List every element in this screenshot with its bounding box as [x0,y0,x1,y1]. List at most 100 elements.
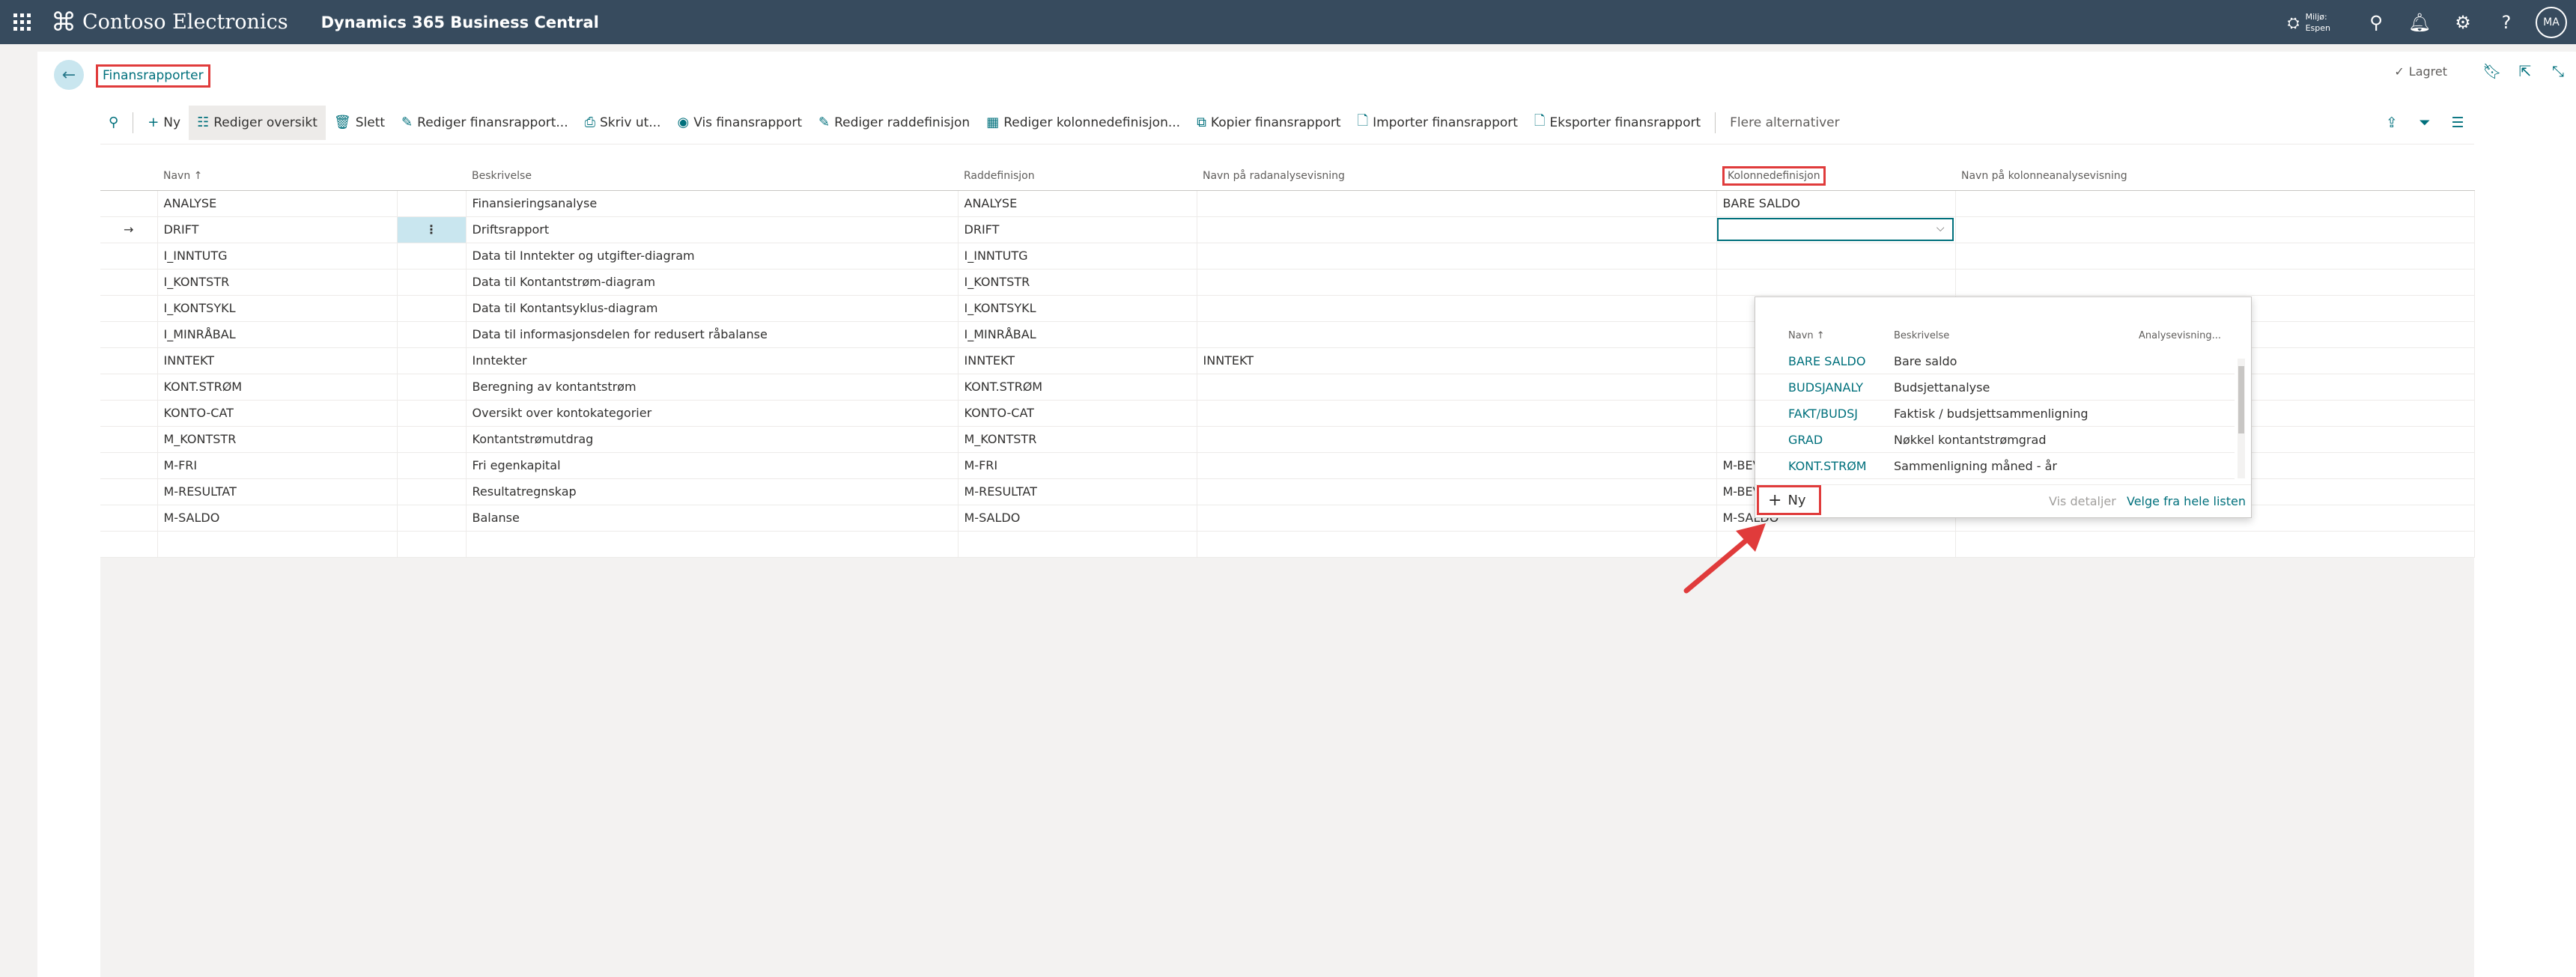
cell-column-analysis[interactable] [1955,190,2475,217]
cell-row-definition[interactable]: ANALYSE [958,190,1197,217]
column-header-column-analysis[interactable]: Navn på kolonneanalysevisning [1955,162,2474,191]
environment-indicator[interactable]: ⛭ Miljø: Espen [2288,11,2330,34]
row-selector[interactable] [100,347,158,374]
row-selector[interactable] [100,321,158,348]
edit-list-button[interactable]: ☷ Rediger oversikt [189,105,326,140]
lookup-row[interactable]: BUDSJANALY Budsjettanalyse [1755,374,2235,401]
view-report-button[interactable]: ◉ Vis finansrapport [669,106,810,140]
row-selector[interactable] [100,478,158,505]
cell-name[interactable]: KONTO-CAT [157,400,398,427]
cell-description[interactable]: Data til informasjonsdelen for redusert … [466,321,959,348]
cell-row-definition[interactable]: M-SALDO [958,505,1197,532]
cell-row-analysis[interactable] [1197,426,1717,453]
cell-row-analysis[interactable]: INNTEKT [1197,347,1717,374]
column-header-column-definition[interactable]: Kolonnedefinisjon [1716,162,1955,191]
cell-column-definition[interactable]: BARE SALDO [1716,190,1956,217]
cell-name[interactable]: I_KONTSTR [157,269,398,296]
lookup-column-description[interactable]: Beskrivelse [1894,330,1949,341]
lookup-column-analysis[interactable]: Analysevisning... [2139,330,2221,341]
column-header-description[interactable]: Beskrivelse [466,162,958,191]
lookup-row[interactable]: BARE SALDO Bare saldo [1755,348,2235,374]
lookup-row-name[interactable]: BARE SALDO [1788,354,1865,368]
lookup-row-name[interactable]: KONT.STRØM [1788,459,1867,473]
lookup-row[interactable]: GRAD Nøkkel kontantstrømgrad [1755,427,2235,453]
lookup-row-name[interactable]: FAKT/BUDSJ [1788,407,1858,421]
row-selector[interactable] [100,295,158,322]
new-button[interactable]: + Ny [139,106,189,140]
cell-row-analysis[interactable] [1197,190,1717,217]
cell-name[interactable]: M-RESULTAT [157,478,398,505]
cell-row-analysis[interactable] [1197,400,1717,427]
share-icon[interactable]: ⇪ [2375,106,2408,140]
cell-row-definition[interactable]: I_KONTSYKL [958,295,1197,322]
cell-description[interactable]: Data til Inntekter og utgifter-diagram [466,243,959,270]
cell-row-definition[interactable]: I_MINRÅBAL [958,321,1197,348]
cell-row-definition[interactable]: I_KONTSTR [958,269,1197,296]
open-new-window-icon[interactable]: ⇱ [2510,62,2540,80]
cell-row-analysis[interactable] [1197,321,1717,348]
edit-column-definition-button[interactable]: ▦ Rediger kolonnedefinisjon... [978,106,1188,140]
help-icon[interactable]: ? [2485,0,2528,44]
lookup-row[interactable]: FAKT/BUDSJ Faktisk / budsjettsammenlignin… [1755,401,2235,427]
cell-name[interactable]: KONT.STRØM [157,374,398,401]
cell-row-analysis[interactable] [1197,374,1717,401]
cell-name[interactable]: ANALYSE [157,190,398,217]
cell-description[interactable]: Kontantstrømutdrag [466,426,959,453]
row-actions[interactable] [397,269,467,296]
collapse-icon[interactable]: ⤡ [2543,62,2573,80]
cell-column-analysis[interactable] [1955,269,2475,296]
cell-row-definition[interactable]: M-RESULTAT [958,478,1197,505]
cell-column-definition[interactable]: ⌵ [1716,216,1956,243]
cell-column-analysis[interactable] [1955,216,2475,243]
row-actions[interactable] [397,452,467,479]
cell-name[interactable]: I_MINRÅBAL [157,321,398,348]
cell-description[interactable]: Data til Kontantstrøm-diagram [466,269,959,296]
cell-row-analysis[interactable] [1197,478,1717,505]
row-actions[interactable] [397,190,467,217]
cell-description[interactable]: Resultatregnskap [466,478,959,505]
bookmark-icon[interactable]: 🔖︎ [2477,62,2507,80]
lookup-row-name[interactable]: GRAD [1788,433,1823,447]
app-launcher-icon[interactable] [13,13,31,31]
lookup-new-button[interactable]: + Ny [1757,485,1821,515]
cell-name[interactable]: DRIFT [157,216,398,243]
row-selector[interactable] [100,243,158,270]
row-actions[interactable] [397,321,467,348]
table-row[interactable]: → DRIFT ⋮ Driftsrapport DRIFT ⌵ [100,216,2475,243]
row-actions-icon[interactable]: ⋮ [397,216,467,243]
row-selector[interactable] [100,190,158,217]
search-icon[interactable]: ⚲ [2354,0,2398,44]
cell-row-analysis[interactable] [1197,505,1717,532]
table-row[interactable]: I_INNTUTG Data til Inntekter og utgifter-… [100,243,2475,270]
cell-description[interactable]: Driftsrapport [466,216,959,243]
cell-description[interactable]: Fri egenkapital [466,452,959,479]
column-header-row-analysis[interactable]: Navn på radanalysevisning [1197,162,1716,191]
list-view-icon[interactable]: ☰ [2441,106,2474,140]
row-actions[interactable] [397,347,467,374]
row-actions[interactable] [397,243,467,270]
column-header-row-definition[interactable]: Raddefinisjon [958,162,1197,191]
row-selector[interactable] [100,452,158,479]
more-options-button[interactable]: Flere alternativer [1722,106,1847,140]
cell-column-definition[interactable] [1716,243,1956,270]
cell-row-analysis[interactable] [1197,243,1717,270]
row-actions[interactable] [397,374,467,401]
cell-description[interactable]: Balanse [466,505,959,532]
row-selector[interactable] [100,374,158,401]
export-report-button[interactable]: 🗋︎ Eksporter finansrapport [1526,106,1709,140]
cell-row-analysis[interactable] [1197,269,1717,296]
cell-description[interactable]: Finansieringsanalyse [466,190,959,217]
cell-description[interactable]: Data til Kontantsyklus-diagram [466,295,959,322]
print-button[interactable]: ⎙ Skriv ut... [577,106,669,140]
back-button[interactable]: ← [54,60,84,90]
row-actions[interactable] [397,426,467,453]
row-selector[interactable] [100,505,158,532]
delete-button[interactable]: 🗑︎ Slett [326,106,393,140]
lookup-row-name[interactable]: BUDSJANALY [1788,380,1863,395]
cell-row-definition[interactable]: M_KONTSTR [958,426,1197,453]
row-selector[interactable] [100,269,158,296]
cell-row-analysis[interactable] [1197,452,1717,479]
row-actions[interactable] [397,478,467,505]
cell-row-definition[interactable]: KONT.STRØM [958,374,1197,401]
cell-name[interactable]: I_INNTUTG [157,243,398,270]
